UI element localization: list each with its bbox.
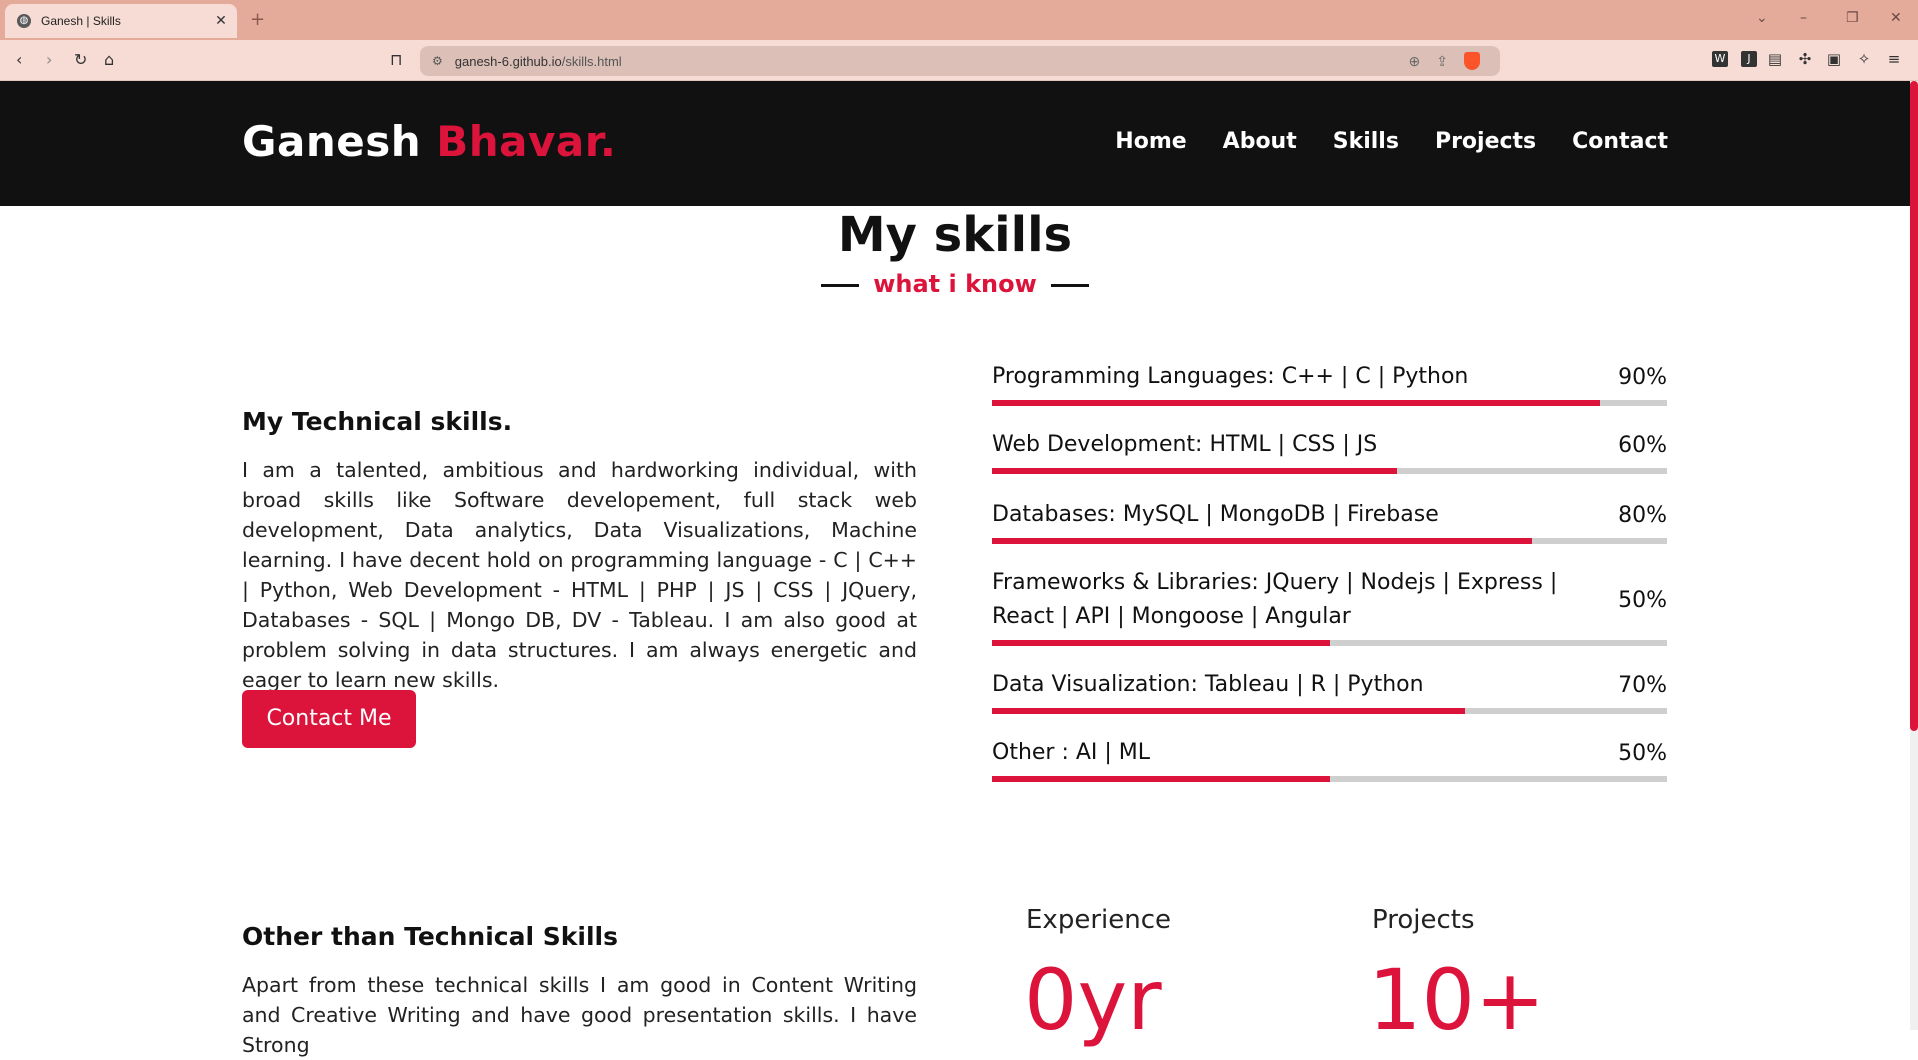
section-subtitle: what i know	[0, 270, 1910, 298]
subtitle-line-right	[1051, 283, 1090, 287]
nav-link-projects[interactable]: Projects	[1435, 129, 1536, 154]
skill-bar	[992, 640, 1667, 646]
nav-link-about[interactable]: About	[1223, 129, 1297, 154]
wallet-icon[interactable]: ▣	[1826, 51, 1842, 67]
minimize-icon[interactable]: –	[1800, 10, 1807, 26]
chat-extension-icon[interactable]: ▤	[1767, 51, 1783, 67]
url-host: ganesh-6.github.io	[454, 53, 562, 69]
browser-tab-bar: ◍ Ganesh | Skills ✕ + ⌄ – ❐ ✕	[0, 0, 1918, 40]
skill-bar	[992, 538, 1667, 544]
site-logo[interactable]: Ganesh Bhavar.	[242, 117, 616, 166]
url-path: /skills.html	[561, 53, 622, 69]
leo-ai-icon[interactable]: ✧	[1856, 51, 1872, 67]
nav-link-contact[interactable]: Contact	[1572, 129, 1668, 154]
contact-me-button[interactable]: Contact Me	[242, 690, 416, 748]
skill-bar-fill	[992, 538, 1532, 544]
site-navbar: Ganesh Bhavar. Home About Skills Project…	[0, 81, 1910, 206]
logo-first-name: Ganesh	[242, 117, 422, 166]
nav-menu: Home About Skills Projects Contact	[1115, 129, 1668, 154]
skill-bar-fill	[992, 468, 1397, 474]
new-tab-icon[interactable]: +	[250, 9, 265, 30]
tab-title: Ganesh | Skills	[41, 14, 121, 28]
section-title: My skills	[837, 207, 1073, 263]
site-settings-icon[interactable]: ⚙	[432, 54, 443, 68]
restore-icon[interactable]: ❐	[1846, 10, 1859, 26]
skill-bar-fill	[992, 640, 1330, 646]
globe-icon: ◍	[17, 14, 31, 28]
technical-skills-text: I am a talented, ambitious and hardworki…	[242, 458, 917, 692]
skill-name: Programming Languages: C++ | C | Python	[992, 364, 1469, 389]
other-skills-text: Apart from these technical skills I am g…	[242, 973, 917, 1057]
tab-list-chevron-icon[interactable]: ⌄	[1756, 10, 1768, 26]
skill-percent: 90%	[1618, 364, 1667, 390]
experience-value: 0yr	[1024, 951, 1162, 1049]
skill-item: Programming Languages: C++ | C | Python 9…	[992, 360, 1667, 406]
forward-icon[interactable]: ›	[46, 50, 52, 70]
skill-name: Web Development: HTML | CSS | JS	[992, 432, 1378, 457]
skill-percent: 80%	[1618, 502, 1667, 528]
home-icon[interactable]: ⌂	[104, 50, 114, 70]
skill-bar	[992, 776, 1667, 782]
skill-name: Other : AI | ML	[992, 740, 1151, 765]
browser-tab[interactable]: ◍ Ganesh | Skills ✕	[5, 4, 237, 38]
skill-bar	[992, 468, 1667, 474]
skill-item: Data Visualization: Tableau | R | Python…	[992, 668, 1667, 714]
skill-bar-fill	[992, 400, 1600, 406]
brave-shield-icon[interactable]	[1464, 52, 1480, 70]
address-bar[interactable]: ⚙ ganesh-6.github.io/skills.html ⊕ ⇪	[420, 46, 1500, 76]
skill-bar-fill	[992, 708, 1465, 714]
menu-icon[interactable]: ≡	[1886, 51, 1902, 67]
skill-name: Frameworks & Libraries: JQuery | Nodejs …	[992, 570, 1558, 629]
skill-item: Databases: MySQL | MongoDB | Firebase 80%	[992, 498, 1667, 544]
nav-link-skills[interactable]: Skills	[1333, 129, 1399, 154]
experience-label: Experience	[1026, 905, 1171, 935]
skill-name: Databases: MySQL | MongoDB | Firebase	[992, 502, 1439, 527]
nav-link-home[interactable]: Home	[1115, 129, 1186, 154]
skill-name: Data Visualization: Tableau | R | Python	[992, 672, 1424, 697]
logo-last-name: Bhavar.	[436, 117, 617, 166]
skills-list: Programming Languages: C++ | C | Python 9…	[992, 360, 1667, 782]
share-icon[interactable]: ⇪	[1436, 53, 1448, 70]
skill-item: Frameworks & Libraries: JQuery | Nodejs …	[992, 566, 1667, 646]
projects-value: 10+	[1368, 951, 1546, 1049]
technical-skills-heading: My Technical skills.	[242, 407, 513, 436]
skill-item: Other : AI | ML 50%	[992, 736, 1667, 782]
reload-icon[interactable]: ↻	[74, 50, 87, 70]
page-scrollbar-thumb[interactable]	[1910, 81, 1918, 731]
close-tab-icon[interactable]: ✕	[211, 13, 231, 29]
bookmark-icon[interactable]: ⊓	[390, 50, 402, 70]
skill-percent: 60%	[1618, 432, 1667, 458]
skill-item: Web Development: HTML | CSS | JS 60%	[992, 428, 1667, 474]
j-extension-icon[interactable]: J	[1741, 51, 1757, 67]
skill-bar-fill	[992, 776, 1330, 782]
zoom-icon[interactable]: ⊕	[1409, 53, 1421, 70]
skill-percent: 50%	[1618, 740, 1667, 766]
skill-bar	[992, 400, 1667, 406]
other-skills-heading: Other than Technical Skills	[242, 922, 618, 951]
skill-percent: 70%	[1618, 672, 1667, 698]
wikipedia-extension-icon[interactable]: W	[1712, 51, 1728, 67]
close-window-icon[interactable]: ✕	[1890, 10, 1902, 26]
projects-label: Projects	[1372, 905, 1475, 935]
skill-bar	[992, 708, 1667, 714]
subtitle-line-left	[820, 283, 859, 287]
back-icon[interactable]: ‹	[16, 50, 22, 70]
extensions-puzzle-icon[interactable]: ✣	[1797, 51, 1813, 67]
skill-percent: 50%	[1618, 587, 1667, 613]
subtitle-text: what i know	[873, 270, 1037, 298]
url-text[interactable]: ganesh-6.github.io/skills.html	[455, 54, 1409, 69]
